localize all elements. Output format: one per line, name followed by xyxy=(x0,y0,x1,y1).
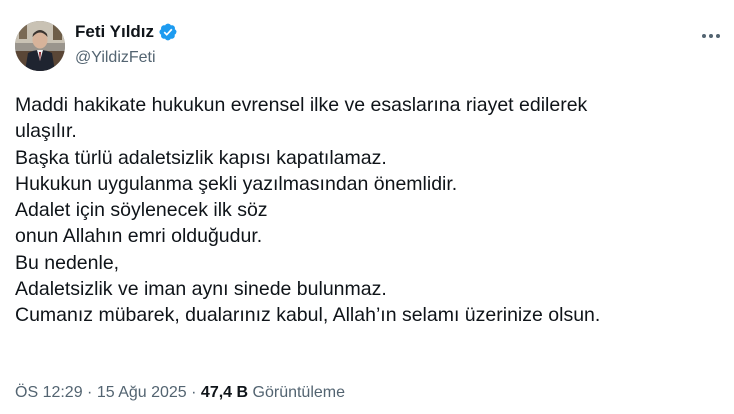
tweet-line: Bu nedenle, xyxy=(15,251,120,274)
tweet-line: Adalet için söylenecek ilk söz xyxy=(15,199,268,222)
tweet-line: ulaşılır. xyxy=(15,120,77,143)
verified-badge-icon[interactable] xyxy=(158,22,178,42)
views-label: Görüntüleme xyxy=(252,384,346,401)
meta-separator: · xyxy=(82,384,97,401)
tweet: Feti Yıldız @YildizFeti Maddi hakikate h… xyxy=(0,0,734,414)
tweet-line: Başka türlü adaletsizlik kapısı kapatıla… xyxy=(15,146,387,169)
tweet-date[interactable]: 15 Ağu 2025 xyxy=(97,384,187,401)
tweet-line: Hukukun uygulanma şekli yazılmasından ön… xyxy=(15,172,458,195)
meta-separator: · xyxy=(186,384,201,401)
views-count: 47,4 B xyxy=(200,384,249,401)
avatar[interactable] xyxy=(15,21,65,71)
display-name-row[interactable]: Feti Yıldız xyxy=(75,22,178,42)
tweet-line: Adaletsizlik ve iman aynı sinede bulunma… xyxy=(15,278,387,301)
tweet-line: Maddi hakikate hukukun evrensel ilke ve … xyxy=(15,94,588,116)
tweet-meta: ÖS 12:29 · 15 Ağu 2025 · 47,4 B Görüntül… xyxy=(15,384,345,402)
tweet-time[interactable]: ÖS 12:29 xyxy=(15,384,83,401)
tweet-line: Cumanız mübarek, dualarınız kabul, Allah… xyxy=(15,304,601,327)
display-name[interactable]: Feti Yıldız xyxy=(75,22,154,42)
more-options-icon[interactable] xyxy=(697,26,725,46)
tweet-text: Maddi hakikate hukukun evrensel ilke ve … xyxy=(15,92,705,329)
tweet-line: onun Allahın emri olduğudur. xyxy=(15,225,263,248)
user-handle[interactable]: @YildizFeti xyxy=(75,49,156,67)
